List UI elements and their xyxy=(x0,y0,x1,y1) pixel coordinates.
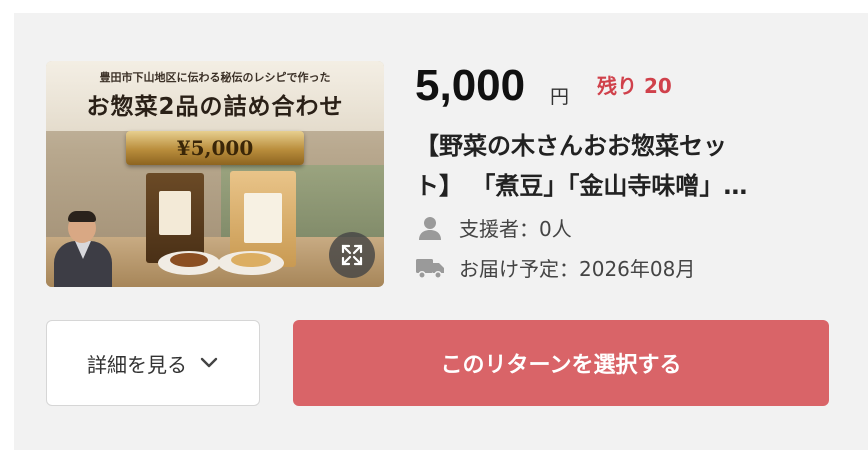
supporters-row: 支援者：0人 xyxy=(415,213,572,242)
delivery-label: お届け予定：2026年08月 xyxy=(459,257,696,281)
reward-title-line-1: 【野菜の木さんおお惣菜セッ xyxy=(415,132,727,160)
reward-title: 【野菜の木さんおお惣菜セッ ト】 「煮豆」「金山寺味噌」… xyxy=(415,126,835,206)
price: 5,000 円 xyxy=(415,60,569,112)
thumbnail-subline: 豊田市下山地区に伝わる秘伝のレシピで作った xyxy=(99,71,331,84)
person-icon xyxy=(415,215,445,241)
reward-thumbnail[interactable]: 豊田市下山地区に伝わる秘伝のレシピで作った お惣菜2品の詰め合わせ ¥5,000 xyxy=(46,61,384,287)
select-reward-label: このリターンを選択する xyxy=(440,353,682,378)
chevron-down-icon xyxy=(199,351,219,375)
view-details-button[interactable]: 詳細を見る xyxy=(46,320,260,406)
producer-photo xyxy=(54,211,112,287)
view-details-label: 詳細を見る xyxy=(87,352,187,377)
plate-beans xyxy=(218,251,284,275)
delivery-row: お届け予定：2026年08月 xyxy=(415,253,695,282)
plate-miso xyxy=(158,251,220,275)
truck-icon xyxy=(415,255,445,281)
thumbnail-price-ribbon: ¥5,000 xyxy=(126,131,304,165)
supporters-label: 支援者：0人 xyxy=(459,217,572,241)
reward-title-line-2: ト】 「煮豆」「金山寺味噌」… xyxy=(415,172,748,200)
product-bag-miso xyxy=(146,173,204,263)
expand-icon[interactable] xyxy=(329,232,375,278)
remaining-count: 残り 20 xyxy=(597,74,672,98)
thumbnail-headline: お惣菜2品の詰め合わせ xyxy=(86,94,344,120)
select-reward-button[interactable]: このリターンを選択する xyxy=(293,320,829,406)
price-unit: 円 xyxy=(550,86,570,108)
thumbnail-price-text: ¥5,000 xyxy=(176,136,254,160)
price-amount: 5,000 xyxy=(415,61,526,110)
